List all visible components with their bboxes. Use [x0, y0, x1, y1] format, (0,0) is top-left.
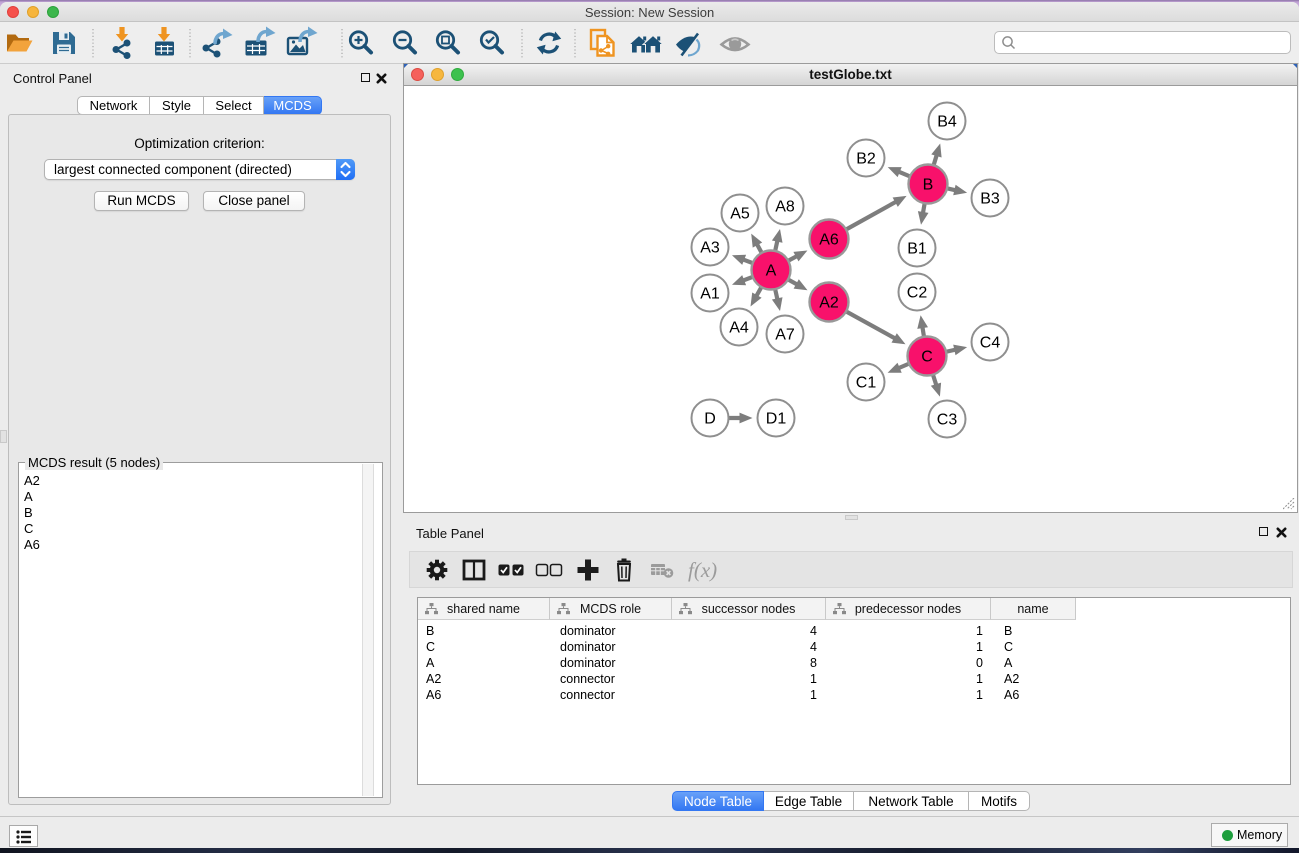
svg-text:A4: A4 [729, 320, 749, 337]
svg-text:C4: C4 [980, 335, 1001, 352]
svg-text:A: A [766, 263, 777, 280]
svg-text:B1: B1 [907, 241, 927, 258]
svg-text:A6: A6 [819, 232, 839, 249]
svg-text:C1: C1 [856, 375, 877, 392]
svg-text:f(x): f(x) [688, 558, 717, 582]
svg-text:B2: B2 [856, 151, 876, 168]
svg-text:C2: C2 [907, 285, 928, 302]
svg-text:B4: B4 [937, 114, 957, 131]
svg-text:B3: B3 [980, 191, 1000, 208]
svg-text:A1: A1 [700, 286, 720, 303]
svg-text:A2: A2 [819, 295, 839, 312]
svg-text:B: B [923, 177, 934, 194]
svg-text:A8: A8 [775, 199, 795, 216]
svg-text:A5: A5 [730, 206, 750, 223]
svg-text:A3: A3 [700, 240, 720, 257]
svg-text:A7: A7 [775, 327, 795, 344]
svg-text:D1: D1 [766, 411, 787, 428]
svg-text:D: D [704, 411, 716, 428]
svg-text:C: C [921, 349, 933, 366]
svg-text:C3: C3 [937, 412, 958, 429]
